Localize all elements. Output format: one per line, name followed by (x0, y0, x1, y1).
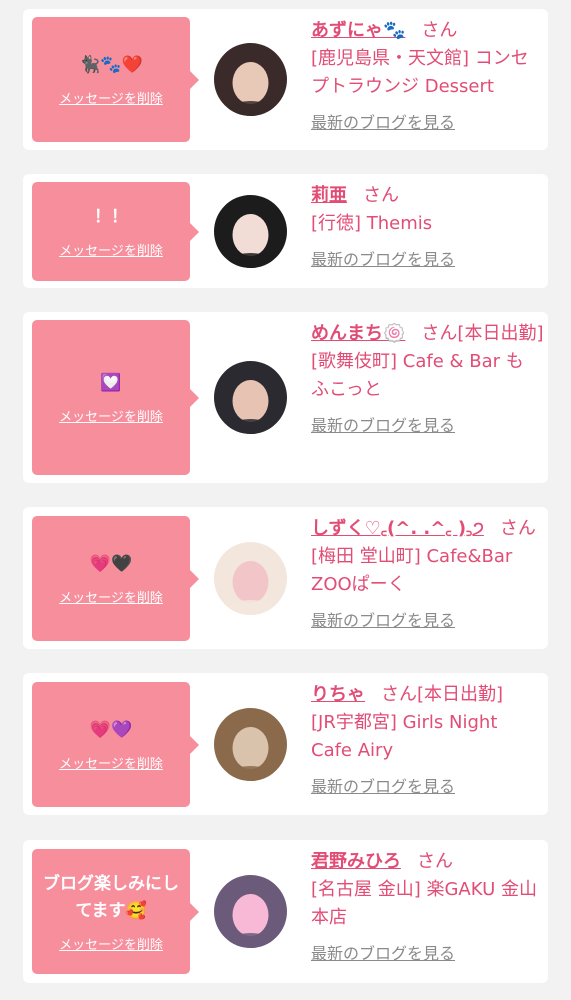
latest-blog-link[interactable]: 最新のブログを見る (311, 412, 455, 440)
message-text: 💗💜 (89, 720, 133, 740)
message-bubble: ！！ メッセージを削除 (32, 182, 199, 281)
delete-message-link[interactable]: メッセージを削除 (59, 753, 163, 772)
message-card: 💗💜 メッセージを削除 りちゃ さん[本日出勤] [JR宇都宮] Girls Night… (23, 673, 548, 815)
member-info: 君野みひろ さん [名古屋 金山] 楽GAKU 金山本店最新のブログを見る (311, 848, 541, 968)
message-bubble: 💗🖤 メッセージを削除 (32, 516, 199, 641)
message-bubble: 💗💜 メッセージを削除 (32, 682, 199, 807)
name-line: あずにゃ🐾 さん (311, 17, 541, 45)
member-info: りちゃ さん[本日出勤] [JR宇都宮] Girls Night Cafe Airy… (311, 681, 541, 801)
message-card: 💟 メッセージを削除 めんまち🍥 さん[本日出勤] [歌舞伎町] Cafe & Bar … (23, 312, 548, 483)
delete-message-link[interactable]: メッセージを削除 (59, 934, 163, 953)
name-line: めんまち🍥 さん[本日出勤] (311, 320, 544, 348)
message-text: 💗🖤 (89, 554, 133, 574)
name-line: 君野みひろ さん (311, 848, 541, 876)
member-name-link[interactable]: めんまち🍥 (311, 323, 405, 344)
message-text: 🐈‍⬛🐾❤️ (79, 55, 143, 75)
honorific: さん[本日出勤] (421, 323, 544, 344)
avatar[interactable] (214, 43, 287, 116)
message-card: 🐈‍⬛🐾❤️ メッセージを削除 あずにゃ🐾 さん [鹿児島県・天文館] コンセプトラウン… (23, 9, 548, 150)
avatar[interactable] (214, 361, 287, 434)
message-bubble: 💟 メッセージを削除 (32, 320, 199, 475)
latest-blog-link[interactable]: 最新のブログを見る (311, 246, 455, 274)
member-name-link[interactable]: 君野みひろ (311, 851, 401, 872)
delete-message-link[interactable]: メッセージを削除 (59, 88, 163, 107)
latest-blog-link[interactable]: 最新のブログを見る (311, 607, 455, 635)
member-name-link[interactable]: あずにゃ🐾 (311, 20, 405, 41)
shop-name: [歌舞伎町] Cafe & Bar もふこっと (311, 351, 524, 400)
member-info: あずにゃ🐾 さん [鹿児島県・天文館] コンセプトラウンジ Dessert 最新のブロ… (311, 17, 541, 137)
latest-blog-link[interactable]: 最新のブログを見る (311, 109, 455, 137)
member-info: 莉亜 さん [行徳] Themis 最新のブログを見る (311, 182, 541, 274)
message-bubble: 🐈‍⬛🐾❤️ メッセージを削除 (32, 17, 199, 142)
delete-message-link[interactable]: メッセージを削除 (59, 587, 163, 606)
message-text: ブログ楽しみにしてます🥰 (43, 873, 179, 921)
avatar[interactable] (214, 708, 287, 781)
message-card: ブログ楽しみにしてます🥰 メッセージを削除 君野みひろ さん [名古屋 金山] 楽GAK… (23, 840, 548, 983)
shop-name: [鹿児島県・天文館] コンセプトラウンジ Dessert (311, 48, 529, 97)
delete-message-link[interactable]: メッセージを削除 (59, 406, 163, 425)
shop-name: [梅田 堂山町] Cafe&Bar ZOOぱーく (311, 546, 513, 595)
member-info: めんまち🍥 さん[本日出勤] [歌舞伎町] Cafe & Bar もふこっと最新のブ… (311, 320, 544, 440)
member-info: しずく♡꜀(^. .^꜀ )꜆੭ さん [梅田 堂山町] Cafe&Bar ZOOぱ… (311, 515, 541, 635)
delete-message-link[interactable]: メッセージを削除 (59, 240, 163, 259)
avatar[interactable] (214, 875, 287, 948)
message-card: ！！ メッセージを削除 莉亜 さん [行徳] Themis 最新のブログを見る (23, 174, 548, 288)
message-card: 💗🖤 メッセージを削除 しずく♡꜀(^. .^꜀ )꜆੭ さん [梅田 堂山町] Caf… (23, 507, 548, 649)
message-bubble: ブログ楽しみにしてます🥰 メッセージを削除 (32, 849, 199, 974)
honorific: さん[本日出勤] (381, 684, 504, 705)
honorific: さん (499, 518, 536, 539)
shop-name: [行徳] Themis (311, 213, 433, 234)
member-name-link[interactable]: りちゃ (311, 684, 365, 705)
latest-blog-link[interactable]: 最新のブログを見る (311, 773, 455, 801)
honorific: さん (417, 851, 453, 872)
latest-blog-link[interactable]: 最新のブログを見る (311, 940, 455, 968)
message-text: 💟 (100, 373, 122, 393)
honorific: さん (363, 185, 399, 206)
name-line: 莉亜 さん (311, 182, 541, 210)
member-name-link[interactable]: しずく♡꜀(^. .^꜀ )꜆੭ (311, 518, 484, 539)
message-text: ！！ (94, 207, 128, 227)
message-list: 🐈‍⬛🐾❤️ メッセージを削除 あずにゃ🐾 さん [鹿児島県・天文館] コンセプトラウン… (0, 0, 571, 1000)
honorific: さん (421, 20, 458, 41)
member-name-link[interactable]: 莉亜 (311, 185, 347, 206)
avatar[interactable] (214, 542, 287, 615)
avatar[interactable] (214, 195, 287, 268)
name-line: りちゃ さん[本日出勤] (311, 681, 541, 709)
shop-name: [JR宇都宮] Girls Night Cafe Airy (311, 712, 498, 761)
name-line: しずく♡꜀(^. .^꜀ )꜆੭ さん (311, 515, 541, 543)
shop-name: [名古屋 金山] 楽GAKU 金山本店 (311, 879, 537, 928)
